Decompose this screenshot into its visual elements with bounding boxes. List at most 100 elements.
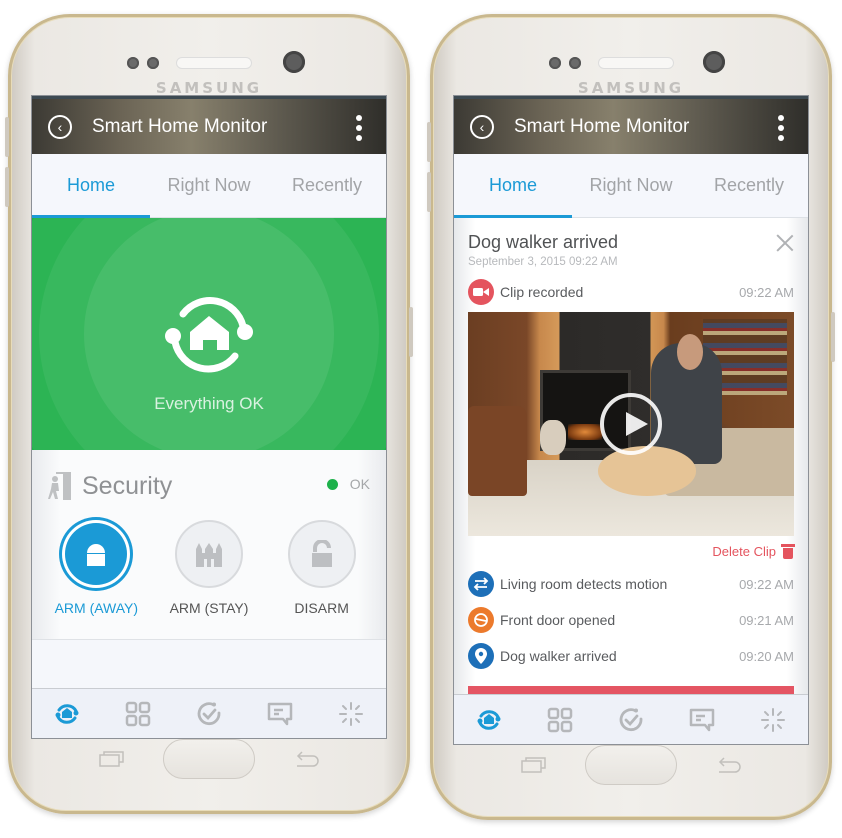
nav-discover[interactable]: [753, 700, 793, 740]
event-label: Dog walker arrived: [500, 648, 617, 664]
back-icon[interactable]: ‹: [470, 114, 494, 139]
security-modes: ARM (AWAY) ARM (STAY) DISARM: [32, 520, 386, 616]
disarm-button[interactable]: DISARM: [267, 520, 377, 616]
activity-title: Dog walker arrived: [468, 232, 619, 252]
hardware-keys: [433, 745, 829, 789]
screen: ‹ Smart Home Monitor Home Right Now Rece…: [453, 95, 809, 745]
video-scene-small-dog: [539, 419, 566, 456]
tab-bar: Home Right Now Recently: [454, 154, 808, 218]
discover-sparkle-icon: [760, 707, 785, 732]
app-title: Smart Home Monitor: [92, 115, 268, 137]
phone-left: SAMSUNG ‹ Smart Home Monitor Home Right …: [5, 14, 413, 814]
nav-messages[interactable]: [682, 700, 722, 740]
event-row[interactable]: Front door opened 09:21 AM: [468, 602, 794, 638]
volume-up-button[interactable]: [427, 122, 431, 162]
volume-down-button[interactable]: [5, 167, 9, 207]
home-sync-icon: [165, 297, 253, 373]
routine-check-icon: [619, 707, 643, 731]
disarm-label: DISARM: [294, 600, 349, 616]
clip-label: Clip recorded: [500, 284, 584, 300]
phone-top-bezel: SAMSUNG: [11, 35, 407, 97]
security-person-door-icon: [48, 472, 71, 500]
app-bar: ‹ Smart Home Monitor: [32, 96, 386, 154]
home-monitor-icon: [55, 703, 79, 724]
nav-grid[interactable]: [540, 700, 580, 740]
phone-right: SAMSUNG ‹ Smart Home Monitor Home Right …: [427, 14, 835, 820]
recent-apps-key-icon[interactable]: [99, 751, 125, 767]
screen: ‹ Smart Home Monitor Home Right Now Rece…: [31, 95, 387, 739]
video-scene-dog: [598, 446, 697, 496]
discover-sparkle-icon: [338, 701, 363, 726]
home-key[interactable]: [585, 745, 677, 785]
activity-card: Dog walker arrived September 3, 2015 09:…: [454, 218, 808, 694]
tab-home[interactable]: Home: [454, 154, 572, 217]
nav-messages[interactable]: [260, 694, 300, 734]
security-status-label: OK: [349, 476, 370, 492]
event-row[interactable]: Dog walker arrived 09:20 AM: [468, 638, 794, 674]
video-clip-player[interactable]: [468, 312, 794, 536]
home-monitor-icon: [477, 709, 501, 730]
castle-icon: [195, 543, 222, 567]
location-pin-icon: [468, 643, 494, 669]
trash-icon: [781, 543, 795, 559]
home-key[interactable]: [163, 739, 255, 779]
lock-open-icon: [311, 540, 332, 567]
volume-down-button[interactable]: [427, 172, 431, 212]
nav-home-monitor[interactable]: [469, 700, 509, 740]
arm-away-label: ARM (AWAY): [54, 600, 139, 616]
video-scene-armchair: [468, 406, 527, 496]
video-scene-person-head: [676, 334, 703, 371]
tab-home[interactable]: Home: [32, 154, 150, 217]
play-icon[interactable]: [600, 393, 662, 455]
more-options-icon[interactable]: [778, 115, 784, 141]
back-icon[interactable]: ‹: [48, 114, 72, 139]
routine-check-icon: [197, 701, 221, 725]
security-panel: Security OK ARM (AWAY) ARM (STAY) DISARM: [32, 450, 386, 640]
phone-top-bezel: SAMSUNG: [433, 35, 829, 97]
nav-routines[interactable]: [189, 694, 229, 734]
back-key-icon[interactable]: [293, 751, 319, 769]
back-key-icon[interactable]: [715, 757, 741, 775]
arm-away-button[interactable]: ARM (AWAY): [41, 520, 151, 616]
app-title: Smart Home Monitor: [514, 115, 690, 137]
status-text: Everything OK: [154, 394, 264, 413]
event-time: 09:20 AM: [739, 648, 794, 664]
bottom-nav: [454, 694, 808, 744]
bottom-nav: [32, 688, 386, 738]
lock-closed-icon: [87, 544, 106, 566]
recent-apps-key-icon[interactable]: [521, 757, 547, 773]
grid-icon: [125, 701, 151, 726]
delete-clip-button[interactable]: Delete Clip: [468, 536, 795, 566]
close-icon[interactable]: [776, 234, 794, 252]
tab-recently[interactable]: Recently: [268, 154, 386, 217]
front-camera-icon: [283, 51, 305, 73]
tab-right-now[interactable]: Right Now: [572, 154, 690, 217]
nav-routines[interactable]: [611, 700, 651, 740]
hardware-keys: [11, 739, 407, 783]
messages-icon: [267, 702, 293, 725]
motion-arrows-icon: [468, 571, 494, 597]
nav-grid[interactable]: [118, 694, 158, 734]
clip-time: 09:22 AM: [739, 284, 794, 300]
nav-home-monitor[interactable]: [47, 694, 87, 734]
arm-stay-label: ARM (STAY): [169, 600, 249, 616]
messages-icon: [689, 708, 715, 731]
tab-right-now[interactable]: Right Now: [150, 154, 268, 217]
activity-date: September 3, 2015 09:22 AM: [468, 256, 618, 268]
power-button[interactable]: [409, 307, 413, 357]
security-status: OK: [326, 476, 370, 492]
event-row[interactable]: Living room detects motion 09:22 AM: [468, 566, 794, 602]
sensor-icon: [569, 57, 581, 69]
sensor-icon: [147, 57, 159, 69]
tab-recently[interactable]: Recently: [690, 154, 808, 217]
power-button[interactable]: [831, 312, 835, 362]
front-camera-icon: [703, 51, 725, 73]
event-label: Front door opened: [500, 612, 616, 628]
volume-up-button[interactable]: [5, 117, 9, 157]
sensor-icon: [549, 57, 561, 69]
arm-stay-button[interactable]: ARM (STAY): [154, 520, 264, 616]
more-options-icon[interactable]: [356, 115, 362, 141]
grid-icon: [547, 707, 573, 732]
earpiece-speaker: [598, 57, 674, 69]
nav-discover[interactable]: [331, 694, 371, 734]
